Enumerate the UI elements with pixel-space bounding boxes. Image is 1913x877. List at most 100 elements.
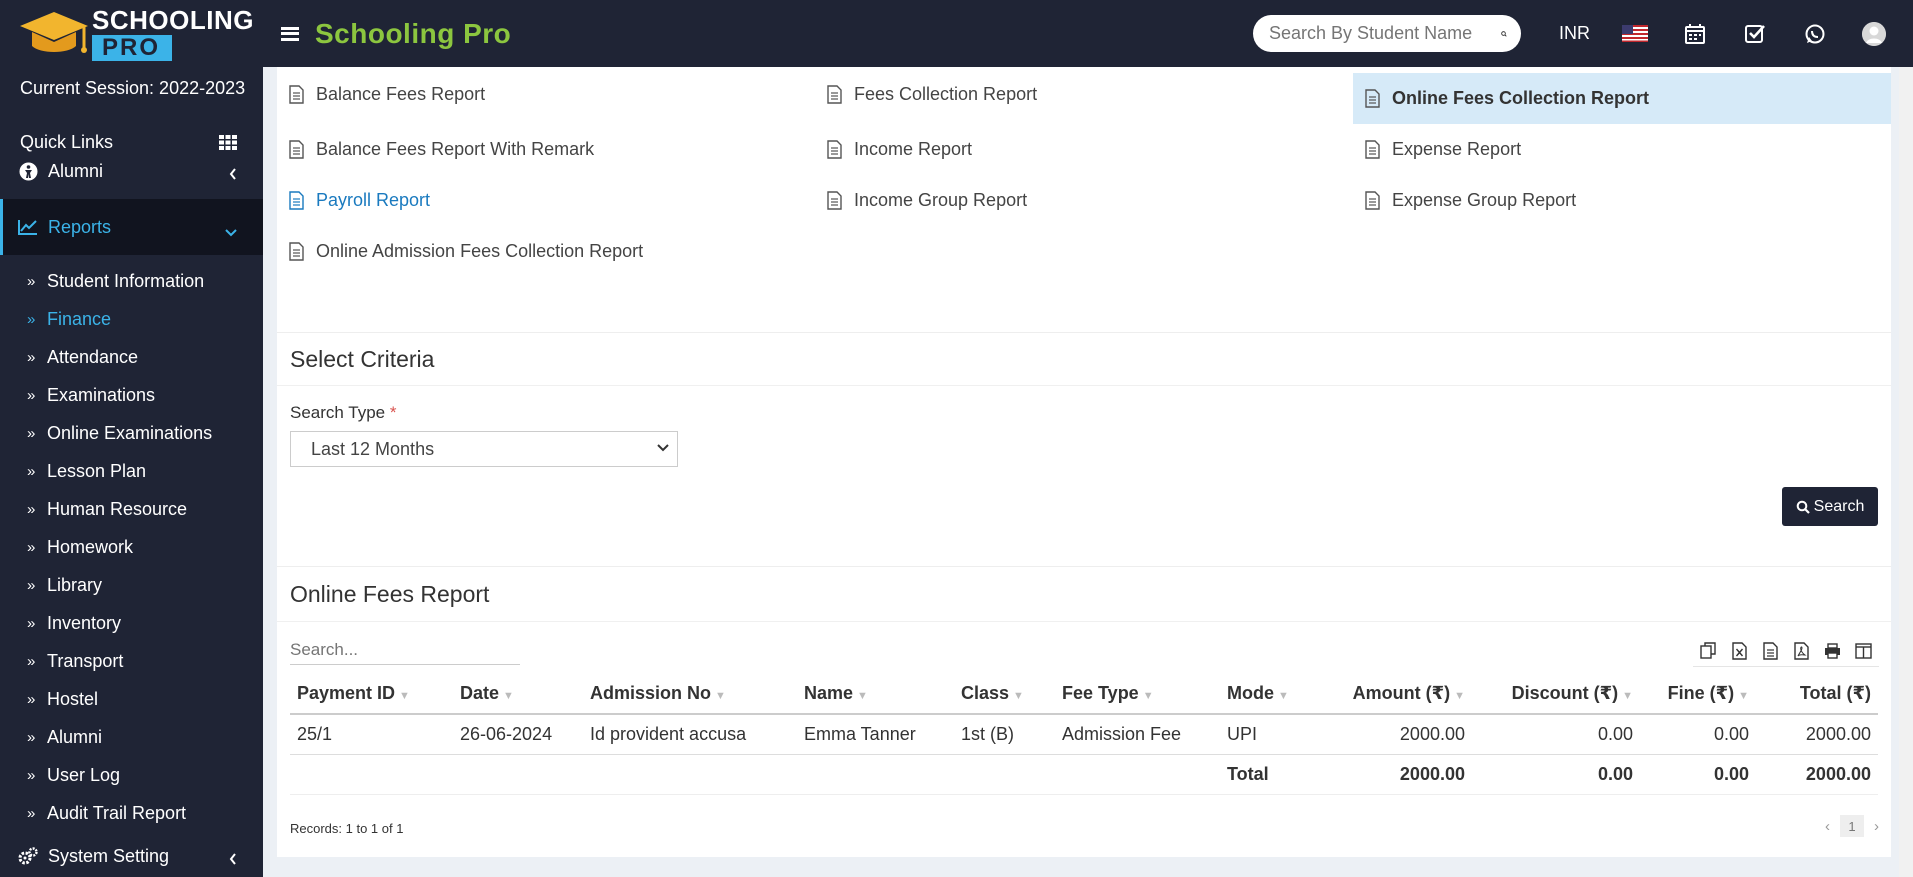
menu-toggle-button[interactable] <box>281 26 299 41</box>
sidebar-item-reports[interactable]: Reports <box>0 199 263 255</box>
copy-icon[interactable] <box>1693 639 1724 663</box>
chevron-right-icon[interactable]: › <box>1874 818 1879 835</box>
submenu-transport[interactable]: » Transport <box>0 642 263 680</box>
link-balance-fees-report-with-remark[interactable]: Balance Fees Report With Remark <box>277 124 815 175</box>
submenu-hostel[interactable]: » Hostel <box>0 680 263 718</box>
submenu-audit-trail-report[interactable]: » Audit Trail Report <box>0 794 263 832</box>
double-chevron-icon: » <box>27 272 36 290</box>
sidebar-item-alumni-menu[interactable]: Alumni <box>0 152 263 191</box>
submenu-label: Human Resource <box>47 498 188 519</box>
column-header-class[interactable]: Class ▼ <box>954 674 1055 715</box>
double-chevron-icon: » <box>27 386 36 404</box>
button-label: Search <box>1813 497 1865 515</box>
chevron-left-icon[interactable]: ‹ <box>1825 818 1830 835</box>
document-icon <box>827 191 842 210</box>
cell-name: Emma Tanner <box>797 714 954 755</box>
link-payroll-report[interactable]: Payroll Report <box>277 175 815 226</box>
student-search-input[interactable] <box>1269 23 1501 44</box>
table-search-input[interactable] <box>290 639 520 660</box>
main-content: Balance Fees Report Fees Collection Repo… <box>277 67 1891 857</box>
pdf-icon[interactable] <box>1786 639 1817 663</box>
chevron-left-icon <box>229 164 237 185</box>
submenu-human-resource[interactable]: » Human Resource <box>0 490 263 528</box>
sidebar-item-label: Alumni <box>48 161 104 181</box>
total-discount: 0.00 <box>1472 753 1640 795</box>
submenu-online-examinations[interactable]: » Online Examinations <box>0 414 263 452</box>
link-balance-fees-report[interactable]: Balance Fees Report <box>277 69 815 120</box>
top-navbar: SCHOOLING PRO Schooling Pro INR <box>0 0 1913 67</box>
submenu-examinations[interactable]: » Examinations <box>0 376 263 414</box>
report-table-section: Payment ID▼ Date▼ Admission No▼ Name▼ Cl… <box>277 622 1891 862</box>
column-header-admission-no[interactable]: Admission No ▼ <box>583 674 797 715</box>
quick-links-label: Quick Links <box>20 132 114 152</box>
submenu-student-information[interactable]: » Student Information <box>0 262 263 300</box>
document-icon <box>289 242 304 261</box>
submenu-label: Finance <box>47 308 112 329</box>
search-type-select[interactable]: Last 12 Months <box>290 431 678 467</box>
submenu-finance[interactable]: » Finance <box>0 300 263 338</box>
cell-fine: 0.00 <box>1640 714 1756 755</box>
checkbox-icon[interactable] <box>1742 21 1768 47</box>
submenu-library[interactable]: » Library <box>0 566 263 604</box>
document-icon <box>1365 140 1380 159</box>
criteria-form: Search Type * Last 12 Months Search <box>277 386 1891 566</box>
link-online-fees-collection-report[interactable]: Online Fees Collection Report <box>1353 73 1891 124</box>
link-expense-group-report[interactable]: Expense Group Report <box>1353 175 1891 226</box>
totals-row: Total 2000.00 0.00 0.00 2000.00 <box>290 753 1878 795</box>
totals-label: Total <box>1220 753 1330 795</box>
sidebar-item-system-setting[interactable]: System Setting <box>0 834 263 877</box>
column-header-mode[interactable]: Mode ▼ <box>1220 674 1330 715</box>
submenu-homework[interactable]: » Homework <box>0 528 263 566</box>
cell-date: 26-06-2024 <box>453 714 583 755</box>
sidebar-item-label: Reports <box>48 216 112 237</box>
column-header-discount[interactable]: Discount (₹) ▼ <box>1472 674 1640 715</box>
submenu-label: Student Information <box>47 270 205 291</box>
cell-admission-no: Id provident accusa <box>583 714 797 755</box>
app-title: Schooling Pro <box>315 17 512 49</box>
csv-icon[interactable] <box>1755 639 1786 663</box>
link-income-report[interactable]: Income Report <box>815 124 1353 175</box>
link-online-admission-fees-collection-report[interactable]: Online Admission Fees Collection Report <box>277 226 815 277</box>
document-icon <box>289 191 304 210</box>
print-icon[interactable] <box>1817 639 1848 663</box>
flag-us-icon[interactable] <box>1622 25 1648 42</box>
cell-discount: 0.00 <box>1472 714 1640 755</box>
search-button[interactable]: Search <box>1782 487 1878 526</box>
double-chevron-icon: » <box>27 576 36 594</box>
link-expense-report[interactable]: Expense Report <box>1353 124 1891 175</box>
cell-total: 2000.00 <box>1756 714 1878 755</box>
submenu-lesson-plan[interactable]: » Lesson Plan <box>0 452 263 490</box>
link-label: Income Report <box>854 139 973 159</box>
column-header-payment-id[interactable]: Payment ID ▼ <box>290 674 453 715</box>
page-number[interactable]: 1 <box>1840 815 1864 837</box>
logo-text-line1: SCHOOLING <box>92 4 254 35</box>
whatsapp-icon[interactable] <box>1802 21 1828 47</box>
column-header-date[interactable]: Date ▼ <box>453 674 583 715</box>
user-avatar-icon[interactable] <box>1862 21 1886 46</box>
column-header-fee-type[interactable]: Fee Type ▼ <box>1055 674 1220 715</box>
search-icon[interactable] <box>1501 25 1507 43</box>
submenu-label: Examinations <box>47 384 156 405</box>
link-fees-collection-report[interactable]: Fees Collection Report <box>815 69 1353 120</box>
link-income-group-report[interactable]: Income Group Report <box>815 175 1353 226</box>
export-toolbar <box>1693 635 1879 667</box>
submenu-user-log[interactable]: » User Log <box>0 756 263 794</box>
submenu-inventory[interactable]: » Inventory <box>0 604 263 642</box>
scrollbar[interactable] <box>1899 67 1913 877</box>
link-label: Income Group Report <box>854 190 1028 210</box>
cell-amount: 2000.00 <box>1330 714 1472 755</box>
alumni-icon <box>18 162 38 182</box>
column-header-fine[interactable]: Fine (₹) ▼ <box>1640 674 1756 715</box>
excel-icon[interactable] <box>1724 639 1755 663</box>
logo[interactable]: SCHOOLING PRO <box>0 0 263 67</box>
column-header-name[interactable]: Name ▼ <box>797 674 954 715</box>
calendar-icon[interactable] <box>1682 21 1708 47</box>
double-chevron-icon: » <box>27 804 36 822</box>
columns-icon[interactable] <box>1848 639 1879 663</box>
grid-icon[interactable] <box>219 135 237 150</box>
currency-selector[interactable]: INR <box>1559 23 1590 44</box>
submenu-attendance[interactable]: » Attendance <box>0 338 263 376</box>
submenu-alumni[interactable]: » Alumni <box>0 718 263 756</box>
column-header-amount[interactable]: Amount (₹) ▼ <box>1330 674 1472 715</box>
column-header-total[interactable]: Total (₹) <box>1756 674 1878 715</box>
